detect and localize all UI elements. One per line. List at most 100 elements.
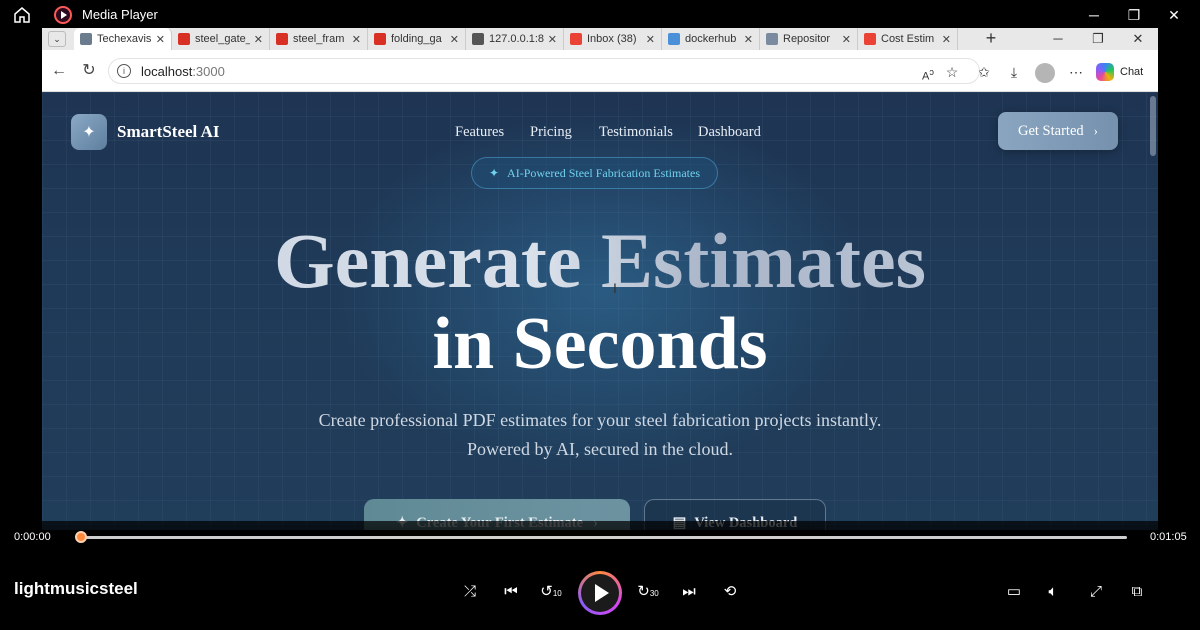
tab-close-icon[interactable]: ✕ bbox=[450, 33, 459, 46]
text-cursor-icon: I bbox=[613, 280, 617, 296]
nav-link-testimonials[interactable]: Testimonials bbox=[599, 124, 673, 141]
copilot-chat-button[interactable]: Chat bbox=[1096, 62, 1143, 82]
browser-tab[interactable]: steel_fram ✕ bbox=[270, 28, 368, 50]
browser-tab[interactable]: Repositor ✕ bbox=[760, 28, 858, 50]
tab-label: folding_ga bbox=[391, 33, 442, 45]
seek-bar[interactable] bbox=[80, 536, 1127, 539]
tab-close-icon[interactable]: ✕ bbox=[942, 33, 951, 46]
browser-tab[interactable]: steel_gate_ ✕ bbox=[172, 28, 270, 50]
tab-close-icon[interactable]: ✕ bbox=[254, 33, 263, 46]
favorite-star-icon[interactable]: ☆ bbox=[942, 62, 962, 82]
chevron-right-icon: › bbox=[1093, 123, 1098, 138]
badge-text: AI-Powered Steel Fabrication Estimates bbox=[507, 165, 700, 180]
tab-label: 127.0.0.1:8 bbox=[489, 33, 544, 45]
browser-tab[interactable]: Inbox (38) ✕ bbox=[564, 28, 662, 50]
time-elapsed: 0:00:00 bbox=[14, 531, 51, 543]
browser-minimize-icon[interactable]: ─ bbox=[1038, 28, 1078, 50]
get-started-button[interactable]: Get Started › bbox=[998, 112, 1118, 150]
url-field[interactable]: i localhost:3000 bbox=[108, 58, 980, 84]
skip-forward-icon[interactable]: ↻30 bbox=[637, 581, 659, 603]
hero-subtitle-line1: Create professional PDF estimates for yo… bbox=[318, 410, 882, 430]
minimize-icon[interactable]: ─ bbox=[1083, 4, 1105, 26]
tab-close-icon[interactable]: ✕ bbox=[156, 33, 165, 46]
new-tab-button[interactable]: + bbox=[980, 28, 1002, 50]
browser-window: ⌄ Techexavis ✕ steel_gate_ ✕ steel_fram ✕ fold… bbox=[42, 28, 1158, 530]
nav-link-features[interactable]: Features bbox=[455, 124, 504, 141]
browser-restore-icon[interactable]: ❐ bbox=[1078, 28, 1118, 50]
browser-tab[interactable]: folding_ga ✕ bbox=[368, 28, 466, 50]
subtitles-icon[interactable]: ▭ bbox=[1003, 581, 1025, 603]
site-favicon bbox=[80, 33, 92, 45]
browser-tab[interactable]: 127.0.0.1:8 ✕ bbox=[466, 28, 564, 50]
tab-close-icon[interactable]: ✕ bbox=[548, 33, 557, 46]
brand-name[interactable]: SmartSteel AI bbox=[117, 122, 219, 142]
address-bar: ← ↻ i localhost:3000 Aↄ ☆ ✩ ⤓ ⋯ Chat bbox=[42, 50, 1158, 92]
previous-icon[interactable]: ⏮ bbox=[500, 581, 522, 603]
copilot-icon bbox=[1096, 63, 1114, 81]
profile-avatar[interactable] bbox=[1035, 63, 1055, 83]
tab-close-icon[interactable]: ✕ bbox=[744, 33, 753, 46]
read-aloud-icon[interactable]: Aↄ bbox=[918, 62, 938, 83]
browser-close-icon[interactable]: ✕ bbox=[1118, 28, 1158, 50]
ai-badge: ✦ AI-Powered Steel Fabrication Estimates bbox=[471, 157, 718, 189]
next-icon[interactable]: ⏭ bbox=[678, 581, 700, 603]
hero-subtitle-line2: Powered by AI, secured in the cloud. bbox=[467, 439, 733, 459]
pdf-icon bbox=[276, 33, 288, 45]
play-button[interactable] bbox=[578, 571, 622, 615]
gmail-icon bbox=[864, 33, 876, 45]
tab-label: Repositor bbox=[783, 33, 831, 45]
sparkle-logo-icon[interactable]: ✦ bbox=[71, 114, 107, 150]
tab-close-icon[interactable]: ✕ bbox=[646, 33, 655, 46]
gmail-icon bbox=[570, 33, 582, 45]
fullscreen-icon[interactable]: ⤢ bbox=[1085, 581, 1107, 603]
browser-tab[interactable]: dockerhub ✕ bbox=[662, 28, 760, 50]
tab-actions-chevron-icon[interactable]: ⌄ bbox=[48, 31, 66, 47]
chat-label: Chat bbox=[1120, 66, 1144, 78]
skip-forward-seconds: 30 bbox=[649, 589, 659, 598]
pdf-icon bbox=[178, 33, 190, 45]
page-scrollbar[interactable] bbox=[1150, 96, 1156, 156]
seek-thumb[interactable] bbox=[75, 531, 87, 543]
search-icon bbox=[668, 33, 680, 45]
home-icon[interactable] bbox=[12, 6, 32, 24]
tab-close-icon[interactable]: ✕ bbox=[352, 33, 361, 46]
nav-link-dashboard[interactable]: Dashboard bbox=[698, 124, 761, 141]
time-total: 0:01:05 bbox=[1150, 531, 1187, 543]
restore-icon[interactable]: ❐ bbox=[1123, 4, 1145, 26]
sparkle-icon: ✦ bbox=[488, 165, 500, 180]
track-title: lightmusicsteel bbox=[14, 579, 138, 598]
tab-label: dockerhub bbox=[685, 33, 737, 45]
shuffle-icon[interactable]: ⤮ bbox=[459, 581, 481, 603]
tab-label: Techexavis bbox=[97, 33, 152, 45]
mini-player-icon[interactable]: ⧉ bbox=[1126, 581, 1148, 603]
skip-back-icon[interactable]: ↺10 bbox=[540, 581, 562, 603]
web-page: ✦ SmartSteel AI Features Pricing Testimo… bbox=[42, 92, 1158, 530]
browser-tab[interactable]: Techexavis ✕ bbox=[74, 28, 172, 50]
tab-strip: ⌄ Techexavis ✕ steel_gate_ ✕ steel_fram ✕ fold… bbox=[42, 28, 1158, 50]
url-host: localhost bbox=[141, 63, 193, 79]
volume-icon[interactable]: 🔈︎ bbox=[1042, 581, 1064, 603]
download-icon[interactable]: ⤓ bbox=[1004, 62, 1024, 82]
more-options-icon[interactable]: ⋯ bbox=[1066, 62, 1086, 82]
media-player-app-icon bbox=[54, 6, 72, 24]
media-player-titlebar: Media Player ─ ❐ ✕ bbox=[0, 0, 1200, 30]
nav-link-pricing[interactable]: Pricing bbox=[530, 124, 572, 141]
favorites-icon[interactable]: ✩ bbox=[974, 62, 994, 82]
media-controls: 0:00:00 0:01:05 lightmusicsteel ⤮ ⏮ ↺10 … bbox=[0, 521, 1200, 630]
skip-back-seconds: 10 bbox=[552, 589, 562, 598]
tab-close-icon[interactable]: ✕ bbox=[842, 33, 851, 46]
refresh-icon[interactable]: ↻ bbox=[78, 60, 100, 82]
url-port: :3000 bbox=[192, 63, 225, 79]
close-icon[interactable]: ✕ bbox=[1163, 4, 1185, 26]
tab-label: Inbox (38) bbox=[587, 33, 637, 45]
play-button-inner bbox=[581, 574, 619, 612]
browser-tab[interactable]: Cost Estim ✕ bbox=[858, 28, 958, 50]
docker-icon bbox=[766, 33, 778, 45]
app-title: Media Player bbox=[82, 7, 158, 22]
back-icon[interactable]: ← bbox=[48, 60, 70, 82]
tab-label: steel_fram bbox=[293, 33, 345, 45]
repeat-off-icon[interactable]: ⟲ bbox=[719, 581, 741, 603]
media-player-window: Media Player ─ ❐ ✕ ⌄ Techexavis ✕ steel_ga… bbox=[0, 0, 1200, 630]
site-info-icon[interactable]: i bbox=[117, 64, 131, 78]
play-icon bbox=[595, 584, 609, 602]
